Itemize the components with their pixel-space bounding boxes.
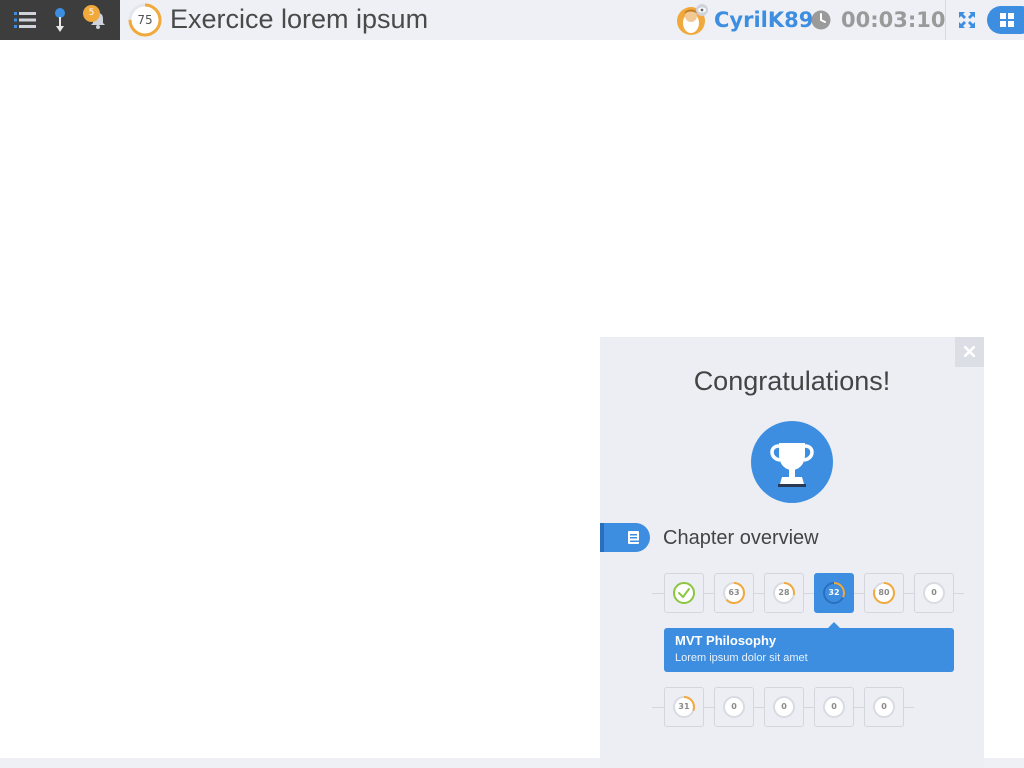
chapter-tile-score: 80 [878,588,890,597]
trophy-icon [770,443,814,487]
tooltip-title: MVT Philosophy [675,633,777,648]
chapter-tile[interactable]: 32 [814,573,854,613]
chapter-tile[interactable]: 0 [814,687,854,727]
chapter-tile[interactable]: 0 [914,573,954,613]
chapter-tile-score: 31 [678,702,690,711]
chapter-tile[interactable]: 0 [764,687,804,727]
chapter-tab[interactable] [600,523,650,552]
left-toolbar: 5 [0,0,120,40]
notification-badge: 5 [83,5,100,22]
chapter-tile[interactable]: 28 [764,573,804,613]
header-divider [945,0,946,40]
pin-icon[interactable] [42,0,78,40]
chapter-tile-score: 0 [731,702,737,711]
username[interactable]: CyrilK89 [714,5,813,35]
chapter-overview-label: Chapter overview [663,527,819,549]
trophy-badge [751,421,833,503]
menu-list-icon[interactable] [7,0,43,40]
chapter-tile-score: 0 [931,588,937,597]
chapter-tile-score: 28 [778,588,790,597]
chapter-tile[interactable]: 80 [864,573,904,613]
chapter-tile-score: 63 [728,588,740,597]
chapter-tile-score: 32 [828,588,840,597]
chapter-tooltip: MVT Philosophy Lorem ipsum dolor sit ame… [664,628,954,672]
chapter-tile[interactable]: 0 [864,687,904,727]
congratulations-heading: Congratulations! [693,366,891,396]
chapter-tile-score: 0 [781,702,787,711]
expand-icon[interactable] [955,8,979,32]
clock-icon [811,10,831,30]
grid-icon [1000,13,1014,27]
apps-button[interactable] [987,6,1024,34]
chapter-tile-score: 0 [881,702,887,711]
check-icon [673,582,695,604]
timer: 00:03:10 [841,8,946,32]
chapter-tab-edge [600,523,604,552]
chapter-tile[interactable]: 63 [714,573,754,613]
score-value: 75 [137,13,153,27]
chapter-tile[interactable]: 0 [714,687,754,727]
page-title: Exercice lorem ipsum [170,4,429,34]
user-avatar-icon[interactable] [676,4,708,36]
chapter-tile[interactable] [664,573,704,613]
chapter-tile-score: 0 [831,702,837,711]
tooltip-subtitle: Lorem ipsum dolor sit amet [675,652,808,664]
book-icon [628,531,639,544]
chapter-tile[interactable]: 31 [664,687,704,727]
close-icon [964,346,975,357]
